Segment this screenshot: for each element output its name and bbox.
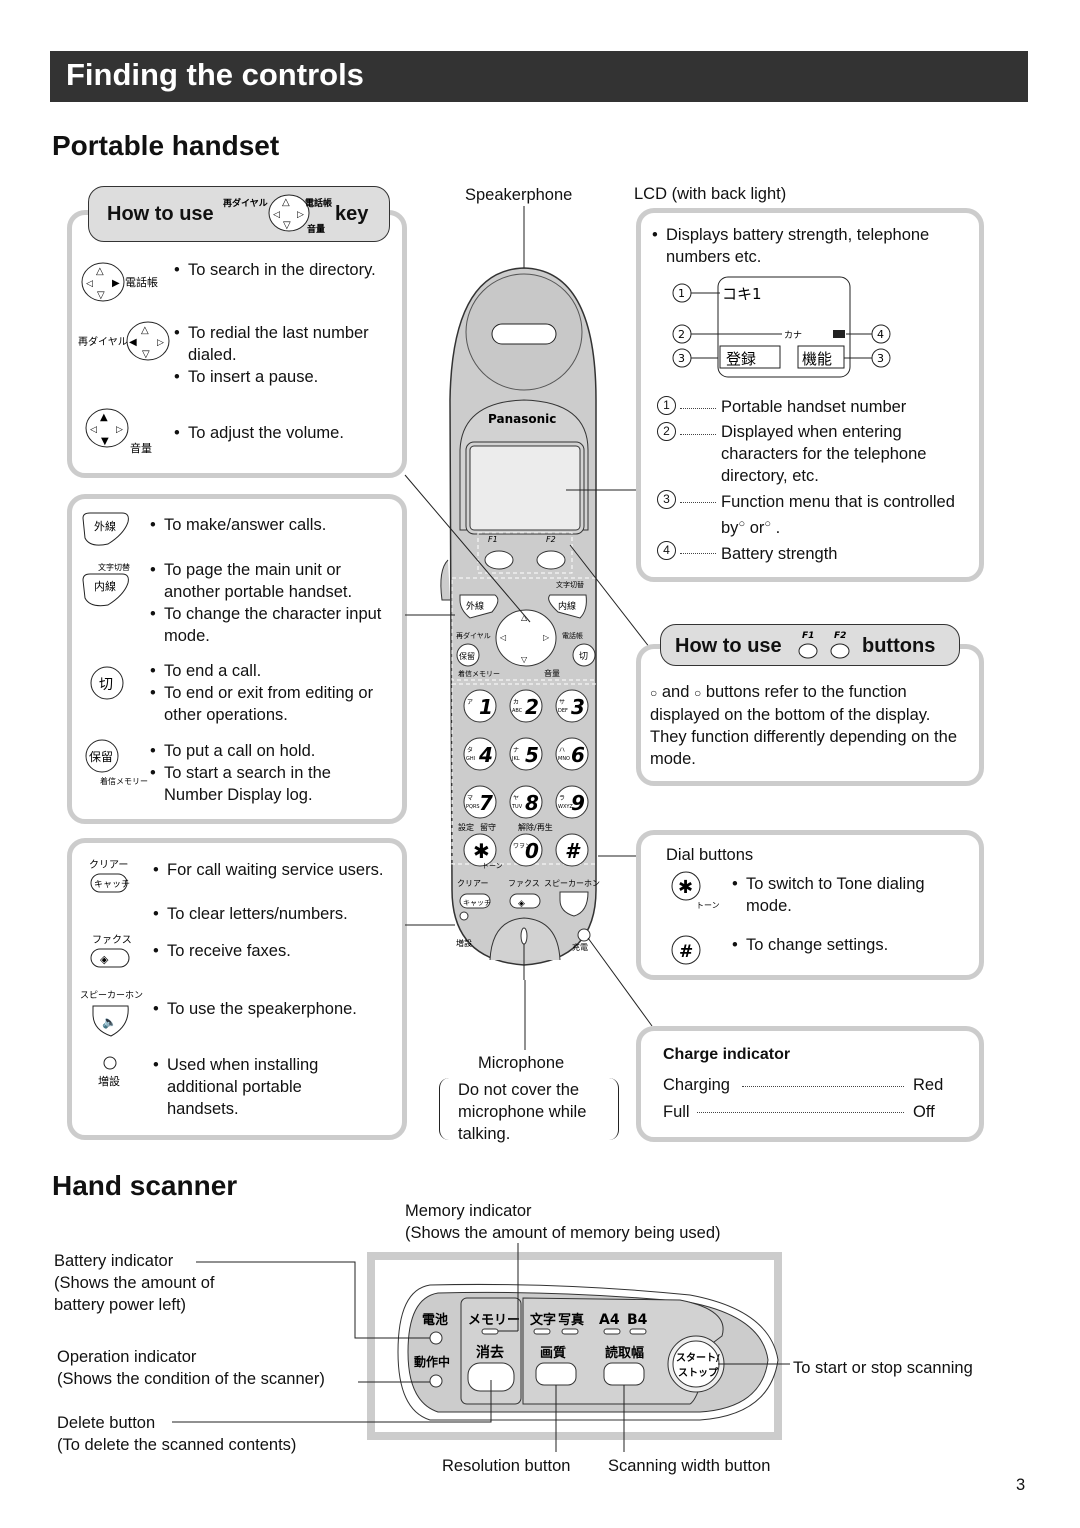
panel-delete-label: 消去 [476,1344,504,1361]
panel-operating-label: 動作中 [414,1354,450,1369]
scanner-illustration: 電池 動作中 メモリー 消去 文字 写真 A4 B4 画質 読取幅 スタート/ … [172,1243,790,1452]
panel-quality-label: 画質 [540,1345,566,1361]
svg-text:ストップ: ストップ [678,1366,719,1379]
panel-text-label: 文字 [530,1312,556,1328]
panel-photo-label: 写真 [558,1312,584,1328]
page-number: 3 [1016,1476,1026,1494]
scanning-width-button [603,1362,645,1386]
panel-battery-label: 電池 [422,1312,448,1328]
panel-memory-label: メモリー [468,1313,520,1328]
panel-a4-label: A4 [599,1312,620,1328]
panel-b4-label: B4 [627,1312,648,1328]
start-stop-button [672,1340,720,1388]
panel-width-label: 読取幅 [605,1345,644,1361]
svg-text:スタート/: スタート/ [676,1352,720,1364]
resolution-button [535,1362,577,1386]
